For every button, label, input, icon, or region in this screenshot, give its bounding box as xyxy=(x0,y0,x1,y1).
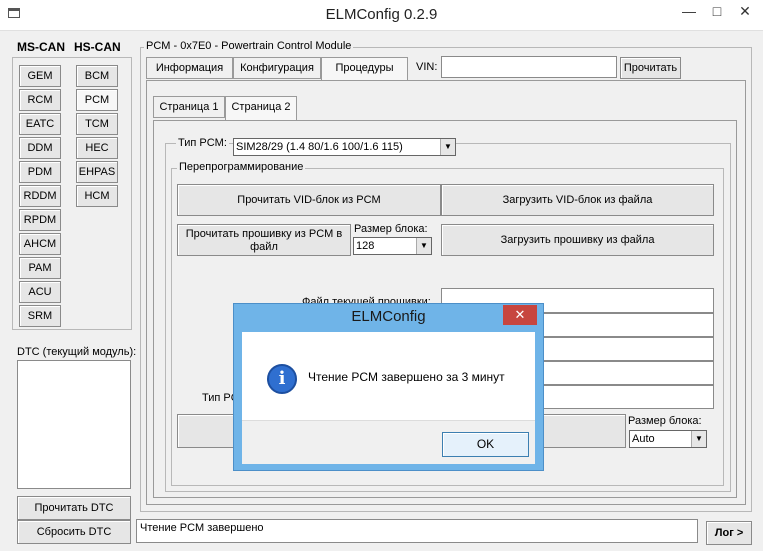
dialog-close-button[interactable]: ✕ xyxy=(503,305,537,325)
dtc-label: DTC (текущий модуль): xyxy=(17,346,137,358)
reset-dtc-button[interactable]: Сбросить DTC xyxy=(17,520,131,544)
module-button-pam[interactable]: PAM xyxy=(19,257,61,279)
reprogramming-title: Перепрограммирование xyxy=(177,161,306,173)
pcm-type-value: SIM28/29 (1.4 80/1.6 100/1.6 115) xyxy=(236,141,403,153)
chevron-down-icon: ▼ xyxy=(416,238,431,254)
module-button-rddm[interactable]: RDDM xyxy=(19,185,61,207)
tab-info[interactable]: Информация xyxy=(146,57,233,79)
page-tab-1[interactable]: Страница 1 xyxy=(153,96,225,118)
block-size-label: Размер блока: xyxy=(354,223,428,235)
vin-label: VIN: xyxy=(416,61,438,73)
module-button-acu[interactable]: ACU xyxy=(19,281,61,303)
dtc-list[interactable] xyxy=(17,360,131,489)
module-button-pdm[interactable]: PDM xyxy=(19,161,61,183)
module-button-bcm[interactable]: BCM xyxy=(76,65,118,87)
read-vin-button[interactable]: Прочитать xyxy=(620,57,681,79)
module-button-eatc[interactable]: EATC xyxy=(19,113,61,135)
module-button-hcm[interactable]: HCM xyxy=(76,185,118,207)
close-button[interactable]: ✕ xyxy=(731,0,759,22)
module-button-gem[interactable]: GEM xyxy=(19,65,61,87)
load-firmware-button[interactable]: Загрузить прошивку из файла xyxy=(441,224,714,256)
block-size-label-2: Размер блока: xyxy=(628,415,702,427)
info-icon: i xyxy=(267,364,297,394)
message-dialog: ELMConfig ✕ i Чтение PCM завершено за 3 … xyxy=(233,303,544,471)
window-title: ELMConfig 0.2.9 xyxy=(325,6,438,23)
module-button-ehpas[interactable]: EHPAS xyxy=(76,161,118,183)
read-firmware-button[interactable]: Прочитать прошивку из PCM в файл xyxy=(177,224,351,256)
module-button-srm[interactable]: SRM xyxy=(19,305,61,327)
read-dtc-button[interactable]: Прочитать DTC xyxy=(17,496,131,520)
module-button-hec[interactable]: HEC xyxy=(76,137,118,159)
chevron-down-icon: ▼ xyxy=(691,431,706,447)
module-button-ahcm[interactable]: AHCM xyxy=(19,233,61,255)
title-bar: ELMConfig 0.2.9 — □ ✕ xyxy=(0,0,763,31)
load-vid-button[interactable]: Загрузить VID-блок из файла xyxy=(441,184,714,216)
status-text: Чтение PCM завершено xyxy=(140,522,264,534)
dialog-footer: OK xyxy=(242,420,535,464)
minimize-button[interactable]: — xyxy=(675,0,703,22)
ok-button[interactable]: OK xyxy=(442,432,529,457)
dialog-message: Чтение PCM завершено за 3 минут xyxy=(308,370,505,384)
module-button-tcm[interactable]: TCM xyxy=(76,113,118,135)
block-size-value: 128 xyxy=(356,240,375,252)
block-size-select[interactable]: 128 ▼ xyxy=(353,237,432,255)
module-button-rpdm[interactable]: RPDM xyxy=(19,209,61,231)
module-group-title: PCM - 0x7E0 - Powertrain Control Module xyxy=(144,40,354,52)
ms-can-label: MS-CAN xyxy=(17,40,65,54)
module-button-rcm[interactable]: RCM xyxy=(19,89,61,111)
pcm-type-label: Тип PCM: xyxy=(176,137,229,149)
tab-config[interactable]: Конфигурация xyxy=(233,57,321,79)
block-size-value-2: Auto xyxy=(632,433,655,445)
vin-input[interactable] xyxy=(441,56,617,78)
dialog-body: i Чтение PCM завершено за 3 минут OK xyxy=(242,332,535,464)
hs-can-label: HS-CAN xyxy=(74,40,121,54)
maximize-button[interactable]: □ xyxy=(703,0,731,22)
block-size-select-2[interactable]: Auto ▼ xyxy=(629,430,707,448)
dialog-title: ELMConfig xyxy=(351,308,426,325)
tab-procedures[interactable]: Процедуры xyxy=(321,57,408,81)
read-vid-button[interactable]: Прочитать VID-блок из PCM xyxy=(177,184,441,216)
page-tab-2[interactable]: Страница 2 xyxy=(225,96,297,120)
module-button-ddm[interactable]: DDM xyxy=(19,137,61,159)
pcm-type-select[interactable]: SIM28/29 (1.4 80/1.6 100/1.6 115) ▼ xyxy=(233,138,456,156)
chevron-down-icon: ▼ xyxy=(440,139,455,155)
module-button-pcm[interactable]: PCM xyxy=(76,89,118,111)
log-button[interactable]: Лог > xyxy=(706,521,752,545)
status-field: Чтение PCM завершено xyxy=(136,519,698,543)
